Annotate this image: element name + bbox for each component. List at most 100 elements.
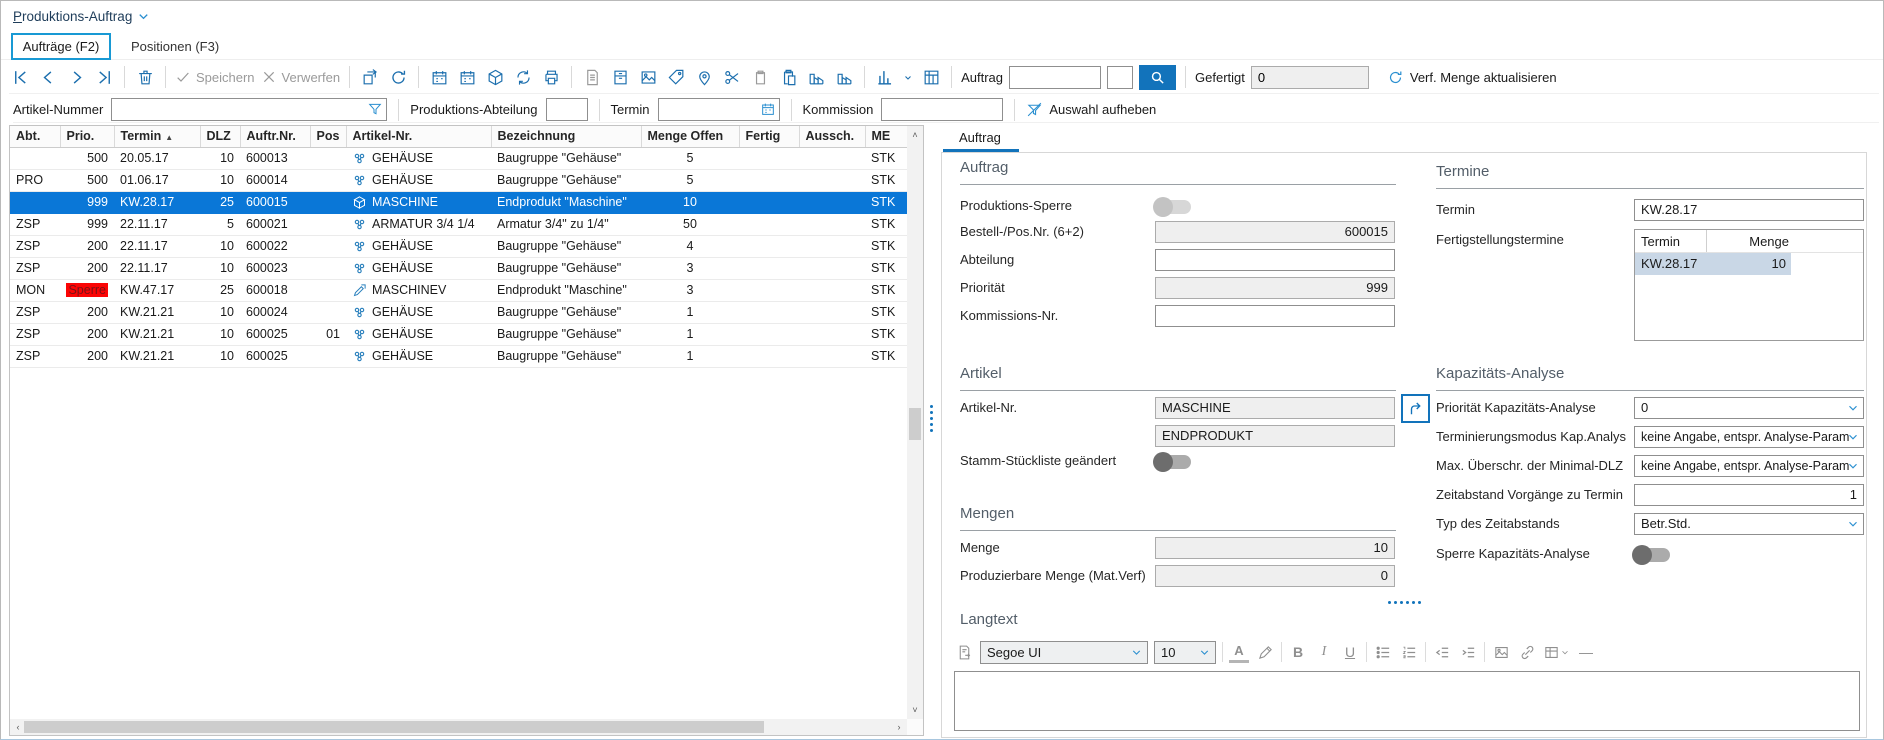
- kommission-input[interactable]: [881, 98, 1003, 121]
- auswahl-aufheben-button[interactable]: Auswahl aufheben: [1026, 101, 1156, 118]
- horizontal-scroll-thumb[interactable]: [24, 721, 764, 733]
- table-row[interactable]: MONSperreKW.47.1725600018MASCHINEVEndpro…: [10, 279, 907, 301]
- stamm-stueckliste-toggle[interactable]: [1155, 455, 1191, 469]
- detail-tab-auftrag[interactable]: Auftrag: [959, 130, 1001, 145]
- column-header-auftr_nr[interactable]: Auftr.Nr.: [240, 126, 310, 147]
- produktions-sperre-label: Produktions-Sperre: [960, 195, 1072, 217]
- langtext-textarea[interactable]: [954, 671, 1860, 731]
- baugruppe-icon: [352, 349, 367, 364]
- scroll-down-icon[interactable]: ˅: [907, 703, 923, 717]
- first-record-icon[interactable]: [9, 66, 31, 88]
- typ-zeitabstand-dropdown[interactable]: Betr.Std.: [1634, 513, 1864, 535]
- calendar-plan-icon[interactable]: [428, 66, 450, 88]
- material-cube-icon[interactable]: [484, 66, 506, 88]
- tab-positionen[interactable]: Positionen (F3): [131, 33, 219, 60]
- app-menu-chevron-icon[interactable]: [136, 9, 151, 24]
- vertical-scrollbar[interactable]: ˄ ˅: [907, 126, 923, 719]
- column-header-prio[interactable]: Prio.: [60, 126, 114, 147]
- column-header-abt[interactable]: Abt.: [10, 126, 60, 147]
- regenerate-icon[interactable]: [512, 66, 534, 88]
- column-header-termin[interactable]: Termin▲: [114, 126, 200, 147]
- verf-menge-label[interactable]: Verf. Menge aktualisieren: [1410, 70, 1557, 85]
- zeitabstand-field[interactable]: 1: [1634, 484, 1864, 506]
- table-row[interactable]: ZSP200KW.21.211060002501GEHÄUSEBaugruppe…: [10, 323, 907, 345]
- split-percent-icon[interactable]: [721, 66, 743, 88]
- table-row[interactable]: 50020.05.1710600013GEHÄUSEBaugruppe "Geh…: [10, 147, 907, 169]
- table-row[interactable]: ZSP200KW.21.2110600025GEHÄUSEBaugruppe "…: [10, 345, 907, 367]
- column-header-aussch[interactable]: Aussch.: [799, 126, 865, 147]
- produktions-abteilung-input[interactable]: [546, 98, 588, 121]
- table-row[interactable]: ZSP20022.11.1710600023GEHÄUSEBaugruppe "…: [10, 257, 907, 279]
- capacity-grid-icon[interactable]: [920, 66, 942, 88]
- last-record-icon[interactable]: [93, 66, 115, 88]
- column-header-bezeichnung[interactable]: Bezeichnung: [491, 126, 641, 147]
- column-header-fertig[interactable]: Fertig: [739, 126, 799, 147]
- baugruppe-icon: [352, 239, 367, 254]
- warehouse-icon[interactable]: [609, 66, 631, 88]
- factory-in-icon[interactable]: [805, 66, 827, 88]
- cell-dlz: 25: [200, 191, 240, 213]
- app-menu[interactable]: Produktions-Auftrag: [13, 6, 151, 26]
- tag-icon[interactable]: [665, 66, 687, 88]
- refresh-verf-menge-icon[interactable]: [1387, 69, 1404, 86]
- table-row[interactable]: PRO50001.06.1710600014GEHÄUSEBaugruppe "…: [10, 169, 907, 191]
- tab-positionen-label: Positionen (F3): [131, 39, 219, 54]
- section-termine-heading: Termine: [1436, 163, 1489, 180]
- horizontal-scrollbar[interactable]: ‹ ›: [10, 719, 907, 735]
- calendar-icon[interactable]: [760, 101, 776, 117]
- prioritaet-kapazitaet-value: 0: [1641, 400, 1648, 415]
- column-header-menge_offen[interactable]: Menge Offen: [641, 126, 739, 147]
- funnel-icon[interactable]: [367, 101, 383, 117]
- zeitabstand-label: Zeitabstand Vorgänge zu Termin: [1436, 484, 1623, 506]
- import-text-icon[interactable]: [954, 641, 974, 663]
- chevron-down-icon: [1130, 646, 1143, 659]
- column-header-artikel_nr[interactable]: Artikel-Nr.: [346, 126, 491, 147]
- artikel-nummer-input[interactable]: [111, 98, 387, 121]
- calendar-week-icon[interactable]: [456, 66, 478, 88]
- image-doc-icon[interactable]: [637, 66, 659, 88]
- table-row[interactable]: ZSP99922.11.175600021ARMATUR 3/4 1/4Arma…: [10, 213, 907, 235]
- auftrag-number-input[interactable]: [1009, 66, 1101, 89]
- search-button[interactable]: [1139, 65, 1176, 90]
- scroll-right-icon[interactable]: ›: [891, 720, 907, 734]
- clipboard-paste-icon[interactable]: [777, 66, 799, 88]
- scroll-up-icon[interactable]: ˄: [907, 128, 923, 142]
- previous-record-icon[interactable]: [37, 66, 59, 88]
- abteilung-field[interactable]: [1155, 249, 1395, 271]
- toolbar-separator: [165, 66, 166, 88]
- panel-splitter[interactable]: [930, 405, 933, 432]
- fertigstellung-row[interactable]: KW.28.1710: [1635, 253, 1791, 275]
- next-record-icon[interactable]: [65, 66, 87, 88]
- font-size-select[interactable]: 10: [1154, 641, 1216, 664]
- column-header-pos[interactable]: Pos: [310, 126, 346, 147]
- sperre-kapazitaet-toggle[interactable]: [1634, 548, 1670, 562]
- delete-icon[interactable]: [134, 66, 156, 88]
- chart-menu-chevron-icon[interactable]: [902, 66, 914, 88]
- column-header-dlz[interactable]: DLZ: [200, 126, 240, 147]
- goto-artikel-button[interactable]: [1401, 394, 1430, 423]
- refresh-icon[interactable]: [387, 66, 409, 88]
- table-row[interactable]: 999KW.28.1725600015MASCHINEEndprodukt "M…: [10, 191, 907, 213]
- termin-field[interactable]: KW.28.17: [1634, 199, 1864, 221]
- table-row[interactable]: ZSP20022.11.1710600022GEHÄUSEBaugruppe "…: [10, 235, 907, 257]
- prioritaet-kapazitaet-dropdown[interactable]: 0: [1634, 397, 1864, 419]
- columns-splitter-grip[interactable]: [1388, 601, 1421, 604]
- copy-order-icon[interactable]: [359, 66, 381, 88]
- print-icon[interactable]: [540, 66, 562, 88]
- vertical-scroll-thumb[interactable]: [909, 408, 921, 440]
- abteilung-label: Abteilung: [960, 249, 1014, 271]
- factory-out-icon[interactable]: [833, 66, 855, 88]
- column-header-me[interactable]: ME: [865, 126, 907, 147]
- max-ueberschreitung-dropdown[interactable]: keine Angabe, entspr. Analyse-Param: [1634, 455, 1864, 477]
- location-pin-icon[interactable]: [693, 66, 715, 88]
- chart-menu-icon[interactable]: [874, 66, 896, 88]
- tab-auftraege[interactable]: Aufträge (F2): [11, 33, 111, 60]
- table-row[interactable]: ZSP200KW.21.2110600024GEHÄUSEBaugruppe "…: [10, 301, 907, 323]
- font-select[interactable]: Segoe UI: [980, 641, 1148, 664]
- kommissions-nr-field[interactable]: [1155, 305, 1395, 327]
- prioritaet-kapazitaet-label: Priorität Kapazitäts-Analyse: [1436, 397, 1596, 419]
- cell-artikel_nr: ARMATUR 3/4 1/4: [346, 213, 491, 235]
- auftrag-pos-input[interactable]: [1107, 66, 1133, 89]
- terminierungsmodus-dropdown[interactable]: keine Angabe, entspr. Analyse-Param: [1634, 426, 1864, 448]
- discard-button-label: Verwerfen: [282, 70, 341, 85]
